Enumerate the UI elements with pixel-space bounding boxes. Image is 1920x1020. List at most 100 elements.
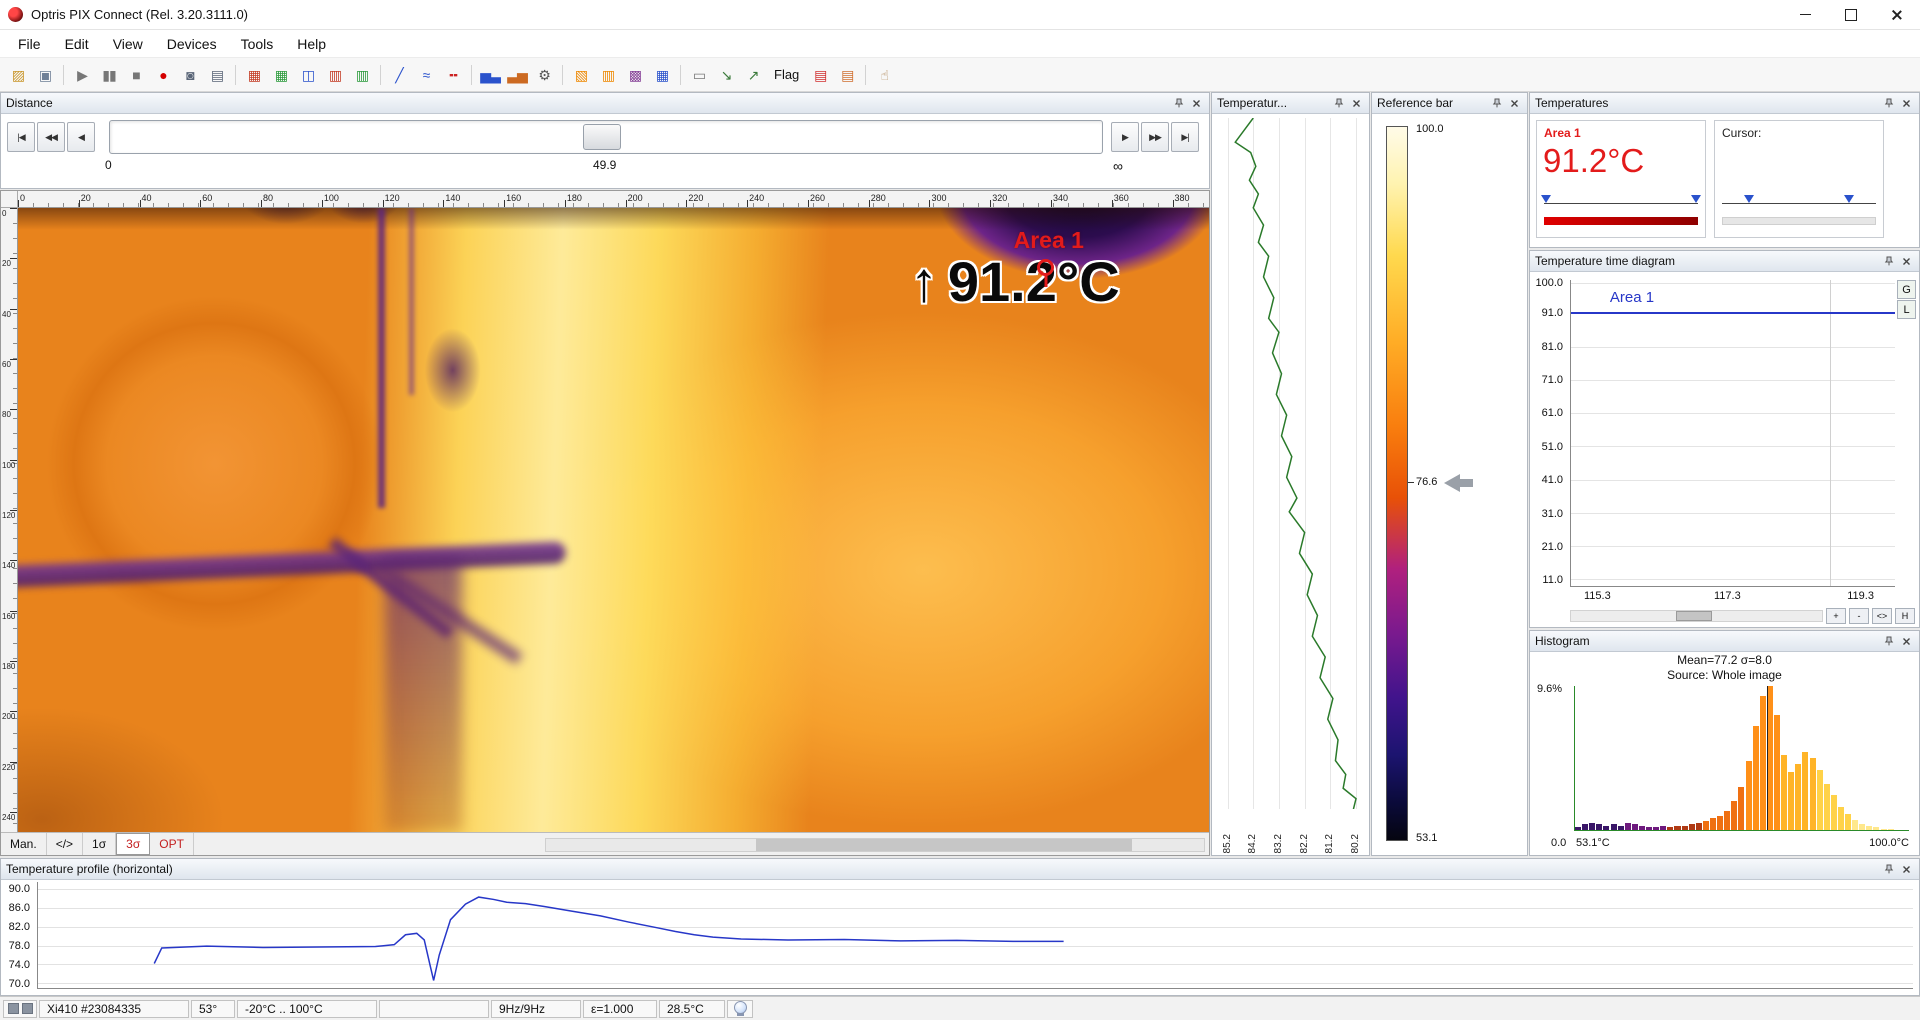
- ruler-label: 40: [2, 310, 11, 319]
- max-temp-overlay: ↑ 91.2°C: [910, 249, 1120, 314]
- temp-scale-icon[interactable]: ▥: [596, 63, 620, 87]
- close-panel-icon[interactable]: [1899, 254, 1914, 269]
- image-tab-opt[interactable]: OPT: [150, 833, 194, 855]
- alarm-red-icon[interactable]: ▤: [808, 63, 832, 87]
- close-panel-icon[interactable]: [1189, 96, 1204, 111]
- color-settings-icon[interactable]: ▩: [623, 63, 647, 87]
- close-button[interactable]: [1874, 0, 1920, 29]
- menu-item-help[interactable]: Help: [285, 32, 338, 56]
- time-diagram-scroll-thumb[interactable]: [1676, 611, 1712, 621]
- dashed-line-icon[interactable]: ╍: [441, 63, 465, 87]
- play-icon[interactable]: ▶: [70, 63, 94, 87]
- pin-icon[interactable]: [1881, 254, 1896, 269]
- close-panel-icon[interactable]: [1899, 96, 1914, 111]
- distance-slider-handle[interactable]: [583, 124, 621, 150]
- menu-item-devices[interactable]: Devices: [155, 32, 229, 56]
- histogram-bar: [1774, 715, 1780, 830]
- table-green-icon[interactable]: ▥: [350, 63, 374, 87]
- flag-lamp-button[interactable]: [727, 1000, 753, 1018]
- first-frame-button[interactable]: |◀: [7, 122, 35, 152]
- cursor-min-marker-icon[interactable]: [1744, 195, 1754, 203]
- record-icon[interactable]: ●: [151, 63, 175, 87]
- time-diagram-panel: Temperature time diagram 100.091.081.071…: [1529, 250, 1920, 628]
- close-panel-icon[interactable]: [1349, 96, 1364, 111]
- palette-gradient-bar[interactable]: [1386, 126, 1408, 841]
- image-tab-man[interactable]: Man.: [1, 833, 47, 855]
- menu-item-edit[interactable]: Edit: [53, 32, 101, 56]
- layout-split-icon[interactable]: ◫: [296, 63, 320, 87]
- forward-button[interactable]: ▶: [1111, 122, 1139, 152]
- hand-icon[interactable]: ☝: [872, 63, 896, 87]
- alarm-orange-icon[interactable]: ▤: [835, 63, 859, 87]
- layout-grid-red-icon[interactable]: ▦: [242, 63, 266, 87]
- time-diagram-scrollbar[interactable]: [1570, 610, 1823, 622]
- distance-slider-track[interactable]: [109, 120, 1103, 154]
- profile-chart-icon[interactable]: ╱: [387, 63, 411, 87]
- palette-icon[interactable]: ▧: [569, 63, 593, 87]
- zoom-in-button[interactable]: +: [1826, 608, 1846, 624]
- area1-range-slider[interactable]: [1544, 193, 1698, 211]
- menu-item-view[interactable]: View: [101, 32, 155, 56]
- range-min-marker-icon[interactable]: [1541, 195, 1551, 203]
- zoom-out-button[interactable]: -: [1849, 608, 1869, 624]
- image-scrollbar-thumb[interactable]: [756, 839, 1131, 851]
- image-tab-idx1[interactable]: </>: [47, 833, 83, 855]
- image-tab-1[interactable]: 1σ: [83, 833, 116, 855]
- range-max-marker-icon[interactable]: [1691, 195, 1701, 203]
- pin-icon[interactable]: [1489, 96, 1504, 111]
- mosaic-icon[interactable]: ▦: [650, 63, 674, 87]
- save-icon[interactable]: ▣: [33, 63, 57, 87]
- thermal-image[interactable]: Area 1 ↑ 91.2°C: [18, 208, 1209, 832]
- menu-item-file[interactable]: File: [6, 32, 53, 56]
- image-scrollbar[interactable]: [545, 838, 1205, 852]
- temp-value-text: 91.2°C: [948, 249, 1120, 314]
- measure-icon[interactable]: ▭: [687, 63, 711, 87]
- fast-forward-button[interactable]: ▶▶: [1141, 122, 1169, 152]
- curve-export-icon[interactable]: ↘: [714, 63, 738, 87]
- open-file-icon[interactable]: ▨: [6, 63, 30, 87]
- pin-icon[interactable]: [1171, 96, 1186, 111]
- maximize-button[interactable]: [1828, 0, 1874, 29]
- curve-import-icon[interactable]: ↗: [741, 63, 765, 87]
- last-frame-button[interactable]: ▶|: [1171, 122, 1199, 152]
- table-red-icon[interactable]: ▥: [323, 63, 347, 87]
- histogram-bar: [1674, 826, 1680, 830]
- distance-min-label: 0: [105, 158, 112, 172]
- layout-grid-green-icon[interactable]: ▦: [269, 63, 293, 87]
- pause-icon[interactable]: ▮▮: [97, 63, 121, 87]
- line-chart-icon[interactable]: ≈: [414, 63, 438, 87]
- close-panel-icon[interactable]: [1899, 634, 1914, 649]
- copy-icon[interactable]: ▤: [205, 63, 229, 87]
- histogram-source-select[interactable]: Whole image: [1712, 668, 1782, 682]
- image-tab-3[interactable]: 3σ: [116, 833, 150, 855]
- cursor-max-marker-icon[interactable]: [1844, 195, 1854, 203]
- pin-icon[interactable]: [1881, 96, 1896, 111]
- ruler-label: 80: [2, 410, 11, 419]
- minimize-button[interactable]: [1782, 0, 1828, 29]
- diagram-button-l[interactable]: L: [1897, 300, 1916, 319]
- pin-icon[interactable]: [1331, 96, 1346, 111]
- zoom-fit-button[interactable]: <>: [1872, 608, 1892, 624]
- menu-item-tools[interactable]: Tools: [229, 32, 286, 56]
- fast-back-button[interactable]: ◀◀: [37, 122, 65, 152]
- pin-icon[interactable]: [1881, 634, 1896, 649]
- histogram-bar: [1795, 764, 1801, 830]
- histogram-blue-icon[interactable]: ▅▃: [478, 63, 502, 87]
- close-panel-icon[interactable]: [1507, 96, 1522, 111]
- cursor-range-slider[interactable]: [1722, 193, 1876, 211]
- ruler-tick: [869, 200, 870, 207]
- stop-icon[interactable]: ■: [124, 63, 148, 87]
- ruler-label: 320: [992, 193, 1007, 203]
- tools-icon[interactable]: ⚙: [532, 63, 556, 87]
- pin-icon[interactable]: [1881, 862, 1896, 877]
- diagram-button-g[interactable]: G: [1897, 280, 1916, 299]
- close-panel-icon[interactable]: [1899, 862, 1914, 877]
- ruler-label: 120: [385, 193, 400, 203]
- reference-arrow-icon[interactable]: [1444, 474, 1460, 492]
- snapshot-icon[interactable]: ◙: [178, 63, 202, 87]
- back-button[interactable]: ◀: [67, 122, 95, 152]
- hold-button[interactable]: H: [1895, 608, 1915, 624]
- histogram-color-icon[interactable]: ▃▅: [505, 63, 529, 87]
- axis-tick-label: 82.0: [9, 921, 30, 933]
- toolbar-separator: [235, 65, 236, 85]
